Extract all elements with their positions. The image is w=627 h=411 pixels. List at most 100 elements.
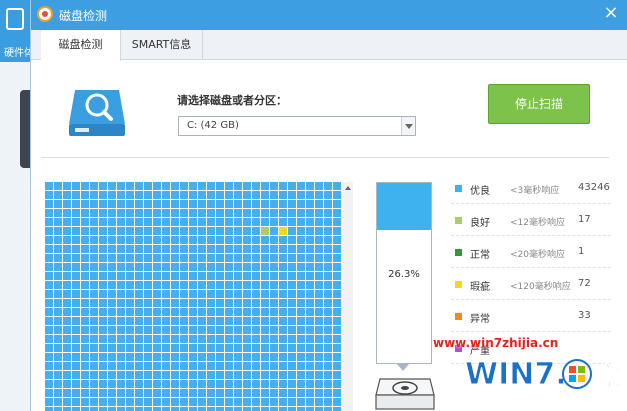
- sector-cell: [72, 281, 80, 289]
- sector-cell: [54, 227, 62, 235]
- sector-cell: [108, 191, 116, 199]
- sector-cell: [180, 191, 188, 199]
- sector-cell: [72, 191, 80, 199]
- tab-disk-check[interactable]: 磁盘检测: [41, 30, 121, 61]
- sector-cell: [180, 344, 188, 352]
- sector-cell: [189, 380, 197, 388]
- sector-cell: [81, 281, 89, 289]
- sector-cell: [216, 335, 224, 343]
- scroll-up-icon[interactable]: [345, 186, 351, 190]
- sector-cell: [279, 371, 287, 379]
- stop-scan-button[interactable]: 停止扫描: [488, 84, 590, 124]
- window-title: 磁盘检测: [59, 9, 108, 23]
- sector-cell: [81, 317, 89, 325]
- sector-cell: [171, 218, 179, 226]
- sector-cell: [72, 353, 80, 361]
- sector-cell: [171, 245, 179, 253]
- sector-cell: [108, 299, 116, 307]
- sector-cell: [117, 380, 125, 388]
- sector-cell: [324, 191, 332, 199]
- sector-cell: [180, 236, 188, 244]
- sector-cell: [45, 344, 53, 352]
- sector-cell: [72, 218, 80, 226]
- sector-cell: [117, 308, 125, 316]
- sector-cell: [171, 227, 179, 235]
- sector-cell: [333, 218, 341, 226]
- sector-cell: [261, 218, 269, 226]
- sector-cell: [153, 272, 161, 280]
- sector-cell: [90, 344, 98, 352]
- tab-smart-info[interactable]: SMART信息: [121, 30, 203, 60]
- sector-cell: [306, 200, 314, 208]
- sector-cell: [72, 290, 80, 298]
- sector-cell: [45, 299, 53, 307]
- sector-cell: [225, 308, 233, 316]
- sector-cell: [234, 227, 242, 235]
- sector-cell: [99, 236, 107, 244]
- sector-cell: [279, 245, 287, 253]
- grid-scrollbar[interactable]: [343, 182, 353, 411]
- sector-cell: [315, 263, 323, 271]
- legend-item: 正常 <20毫秒响应 1: [451, 240, 611, 268]
- sector-cell: [99, 209, 107, 217]
- sector-cell: [171, 362, 179, 370]
- sector-cell: [243, 209, 251, 217]
- sector-cell: [270, 317, 278, 325]
- close-icon[interactable]: ×: [602, 3, 620, 23]
- sector-cell: [153, 353, 161, 361]
- sector-cell: [270, 227, 278, 235]
- sector-cell: [135, 308, 143, 316]
- sector-cell: [81, 344, 89, 352]
- sector-cell: [153, 389, 161, 397]
- sector-cell: [216, 299, 224, 307]
- sector-cell: [288, 182, 296, 190]
- sector-cell: [297, 335, 305, 343]
- sector-cell: [297, 317, 305, 325]
- title-bar: 磁盘检测 ×: [31, 0, 627, 30]
- sector-cell: [306, 299, 314, 307]
- sector-cell: [126, 299, 134, 307]
- sector-cell: [315, 380, 323, 388]
- sector-cell: [81, 389, 89, 397]
- sector-cell: [270, 272, 278, 280]
- sector-cell: [324, 389, 332, 397]
- sector-cell: [270, 209, 278, 217]
- sector-cell: [63, 407, 71, 411]
- sector-cell: [135, 227, 143, 235]
- sector-cell: [144, 227, 152, 235]
- sector-cell: [126, 245, 134, 253]
- disk-scan-icon: [69, 90, 125, 136]
- sector-cell: [135, 254, 143, 262]
- sector-cell: [279, 218, 287, 226]
- sector-cell: [270, 371, 278, 379]
- sector-cell: [207, 299, 215, 307]
- sector-cell: [243, 272, 251, 280]
- sector-cell: [252, 227, 260, 235]
- sector-cell: [207, 398, 215, 406]
- sector-cell: [189, 398, 197, 406]
- drive-select[interactable]: C: (42 GB): [178, 116, 416, 136]
- sector-cell: [315, 308, 323, 316]
- sector-cell: [72, 209, 80, 217]
- legend-swatch: [455, 281, 462, 288]
- sector-cell: [171, 398, 179, 406]
- sector-cell: [216, 209, 224, 217]
- sector-cell: [126, 227, 134, 235]
- sector-cell: [333, 209, 341, 217]
- sector-cell: [261, 281, 269, 289]
- sector-cell: [288, 389, 296, 397]
- chevron-down-icon[interactable]: [401, 117, 415, 135]
- sector-cell: [171, 236, 179, 244]
- sector-cell: [216, 254, 224, 262]
- sector-cell: [270, 389, 278, 397]
- sector-cell: [216, 344, 224, 352]
- sector-cell: [279, 182, 287, 190]
- sector-cell: [198, 299, 206, 307]
- sector-cell: [252, 380, 260, 388]
- sector-cell: [99, 326, 107, 334]
- sector-cell: [99, 245, 107, 253]
- sector-cell: [270, 335, 278, 343]
- sector-cell: [324, 407, 332, 411]
- sector-cell: [54, 371, 62, 379]
- sector-cell: [207, 290, 215, 298]
